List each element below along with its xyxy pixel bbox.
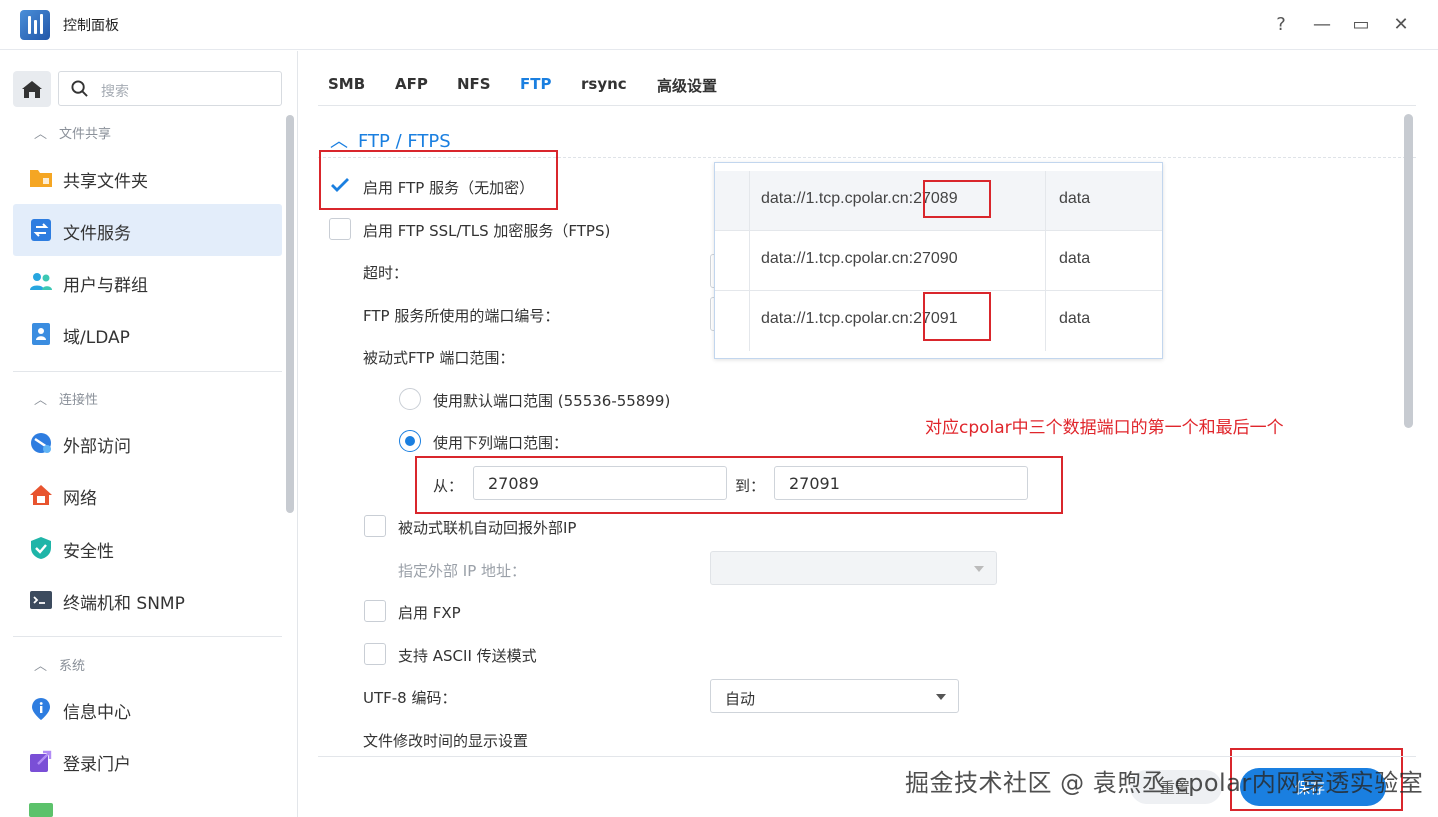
passive-range-label: 被动式FTP 端口范围：: [363, 349, 515, 367]
sidebar-item-info-center[interactable]: 信息中心: [13, 683, 282, 735]
tab-advanced-settings[interactable]: 高级设置: [657, 75, 717, 96]
tab-bar: SMB AFP NFS FTP rsync 高级设置: [318, 51, 1416, 106]
sidebar-item-users-groups[interactable]: 用户与群组: [13, 256, 282, 308]
sidebar: 搜索 ︿ 文件共享 共享文件夹 文件服务 用户与群组 域/LDAP ︿ 连接性 …: [0, 51, 298, 817]
help-icon[interactable]: ?: [1268, 12, 1294, 38]
tunnel-type: data: [1059, 190, 1091, 207]
watermark: 掘金技术社区 @ 袁煦丞 cpolar内网穿透实验室: [905, 769, 1424, 797]
portal-icon: [30, 750, 52, 772]
mtime-display-label: 文件修改时间的显示设置: [363, 732, 529, 750]
ascii-mode-checkbox[interactable]: [364, 643, 386, 665]
sidebar-item-network[interactable]: 网络: [13, 469, 282, 521]
section-file-sharing[interactable]: ︿ 文件共享: [34, 123, 111, 142]
ascii-mode-label: 支持 ASCII 传送模式: [398, 647, 537, 665]
tunnel-type: data: [1059, 250, 1091, 267]
caret-down-icon: [936, 694, 946, 700]
annotation-box-enable-ftp: [319, 150, 558, 210]
sidebar-item-terminal-snmp[interactable]: 终端机和 SNMP: [13, 574, 282, 626]
main-scrollbar[interactable]: [1404, 114, 1413, 428]
terminal-icon: [30, 591, 52, 609]
chevron-up-icon: ︿: [34, 659, 48, 674]
search-placeholder: 搜索: [101, 84, 129, 100]
custom-range-label: 使用下列端口范围：: [433, 434, 569, 452]
chevron-up-icon: ︿: [34, 127, 48, 142]
enable-fxp-label: 启用 FXP: [398, 604, 461, 622]
sidebar-item-login-portal[interactable]: 登录门户: [13, 735, 282, 787]
minimize-icon[interactable]: —: [1309, 12, 1335, 38]
utf8-select[interactable]: 自动: [710, 679, 959, 713]
enable-ftps-checkbox[interactable]: [329, 218, 351, 240]
info-icon: [32, 698, 50, 720]
default-range-radio[interactable]: [399, 388, 421, 410]
search-icon: [71, 80, 88, 97]
annotation-box-port-range: [415, 456, 1063, 514]
home-icon: [22, 81, 42, 98]
custom-range-radio[interactable]: [399, 430, 421, 452]
sidebar-item-partial[interactable]: [13, 789, 282, 817]
enable-fxp-checkbox[interactable]: [364, 600, 386, 622]
timeout-label: 超时：: [363, 264, 409, 282]
file-service-icon: [31, 219, 51, 241]
annotation-box-port-first: [923, 180, 991, 218]
external-access-icon: [31, 433, 51, 453]
window-title: 控制面板: [63, 18, 119, 34]
enable-ftps-label: 启用 FTP SSL/TLS 加密服务（FTPS): [363, 222, 611, 240]
utf8-label: UTF-8 编码：: [363, 689, 457, 707]
footer-divider: [318, 756, 1416, 757]
table-row: data://1.tcp.cpolar.cn:27090 data: [715, 231, 1162, 291]
sidebar-item-domain-ldap[interactable]: 域/LDAP: [13, 308, 282, 360]
sidebar-item-security[interactable]: 安全性: [13, 522, 282, 574]
sidebar-item-external-access[interactable]: 外部访问: [13, 417, 282, 469]
control-panel-app-icon: [20, 10, 50, 40]
shield-icon: [31, 537, 51, 559]
search-input[interactable]: 搜索: [58, 71, 282, 106]
default-range-label: 使用默认端口范围 (55536-55899): [433, 392, 671, 410]
tab-smb[interactable]: SMB: [328, 75, 365, 93]
sidebar-item-file-service[interactable]: 文件服务: [13, 204, 282, 256]
external-ip-label: 指定外部 IP 地址：: [398, 562, 527, 580]
annotation-box-port-last: [923, 292, 991, 341]
sidebar-item-shared-folder[interactable]: 共享文件夹: [13, 152, 282, 204]
caret-down-icon: [974, 566, 984, 572]
title-bar: 控制面板 ? — ▭ ✕: [0, 0, 1438, 50]
tunnel-type: data: [1059, 310, 1091, 327]
sidebar-scrollbar[interactable]: [286, 115, 294, 513]
app-icon: [29, 803, 53, 817]
section-system[interactable]: ︿ 系统: [34, 655, 85, 674]
maximize-icon[interactable]: ▭: [1348, 12, 1374, 38]
tab-nfs[interactable]: NFS: [457, 75, 491, 93]
report-external-ip-label: 被动式联机自动回报外部IP: [398, 519, 577, 537]
domain-icon: [32, 323, 50, 345]
close-icon[interactable]: ✕: [1388, 12, 1414, 38]
report-external-ip-checkbox[interactable]: [364, 515, 386, 537]
chevron-up-icon: ︿: [34, 393, 48, 408]
tab-afp[interactable]: AFP: [395, 75, 428, 93]
folder-icon: [30, 170, 52, 187]
tab-ftp[interactable]: FTP: [520, 75, 551, 93]
annotation-text: 对应cpolar中三个数据端口的第一个和最后一个: [925, 418, 1284, 438]
chevron-up-icon: ︿: [330, 131, 348, 152]
external-ip-select[interactable]: [710, 551, 997, 585]
home-button[interactable]: [13, 71, 51, 107]
network-icon: [30, 485, 52, 505]
section-connectivity[interactable]: ︿ 连接性: [34, 389, 98, 408]
sidebar-divider: [13, 371, 282, 372]
tab-rsync[interactable]: rsync: [581, 75, 627, 93]
ftp-port-label: FTP 服务所使用的端口编号：: [363, 307, 560, 325]
users-icon: [30, 273, 52, 290]
tunnel-address: data://1.tcp.cpolar.cn:27090: [761, 250, 958, 267]
sidebar-divider: [13, 636, 282, 637]
